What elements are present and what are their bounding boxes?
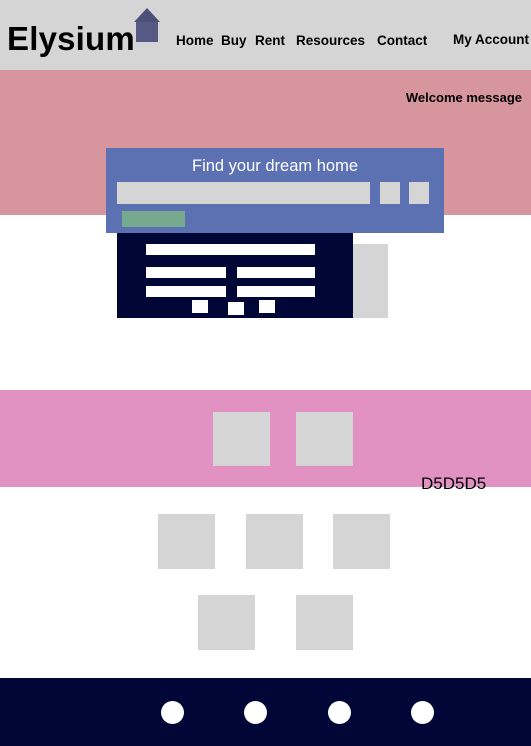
- form-option-2[interactable]: [228, 302, 244, 315]
- featured-tile[interactable]: [296, 412, 353, 466]
- nav-rent[interactable]: Rent: [255, 33, 285, 49]
- search-filter-button[interactable]: [380, 182, 400, 204]
- search-button[interactable]: [409, 182, 429, 204]
- color-code-label: D5D5D5: [421, 474, 487, 493]
- nav-resources[interactable]: Resources: [296, 33, 365, 49]
- house-logo-icon[interactable]: [133, 8, 161, 44]
- form-field-right-2[interactable]: [237, 286, 315, 297]
- social-icon[interactable]: [244, 701, 267, 724]
- search-card: Find your dream home: [106, 148, 444, 233]
- form-option-1[interactable]: [192, 300, 208, 313]
- social-icon[interactable]: [411, 701, 434, 724]
- nav-home[interactable]: Home: [176, 33, 214, 49]
- form-field-right-1[interactable]: [237, 267, 315, 278]
- search-title: Find your dream home: [192, 157, 358, 175]
- welcome-message: Welcome message: [405, 90, 522, 105]
- listing-tile[interactable]: [333, 514, 390, 569]
- search-submit-button[interactable]: [122, 211, 185, 227]
- site-footer: [0, 678, 531, 746]
- listing-tile[interactable]: [246, 514, 303, 569]
- listing-tile[interactable]: [198, 595, 255, 650]
- filter-form-panel: [117, 232, 353, 318]
- my-account-link[interactable]: My Account: [453, 32, 529, 48]
- form-option-3[interactable]: [259, 300, 275, 313]
- social-icon[interactable]: [328, 701, 351, 724]
- form-field-full[interactable]: [146, 244, 315, 255]
- listing-tile[interactable]: [296, 595, 353, 650]
- form-field-left-2[interactable]: [146, 286, 226, 297]
- search-input[interactable]: [117, 182, 370, 204]
- nav-buy[interactable]: Buy: [221, 33, 247, 49]
- form-field-left-1[interactable]: [146, 267, 226, 278]
- side-image-placeholder: [353, 244, 388, 318]
- social-icon[interactable]: [161, 701, 184, 724]
- listing-tile[interactable]: [158, 514, 215, 569]
- logo-text[interactable]: Elysium: [7, 20, 135, 58]
- featured-tile[interactable]: [213, 412, 270, 466]
- nav-contact[interactable]: Contact: [377, 33, 427, 49]
